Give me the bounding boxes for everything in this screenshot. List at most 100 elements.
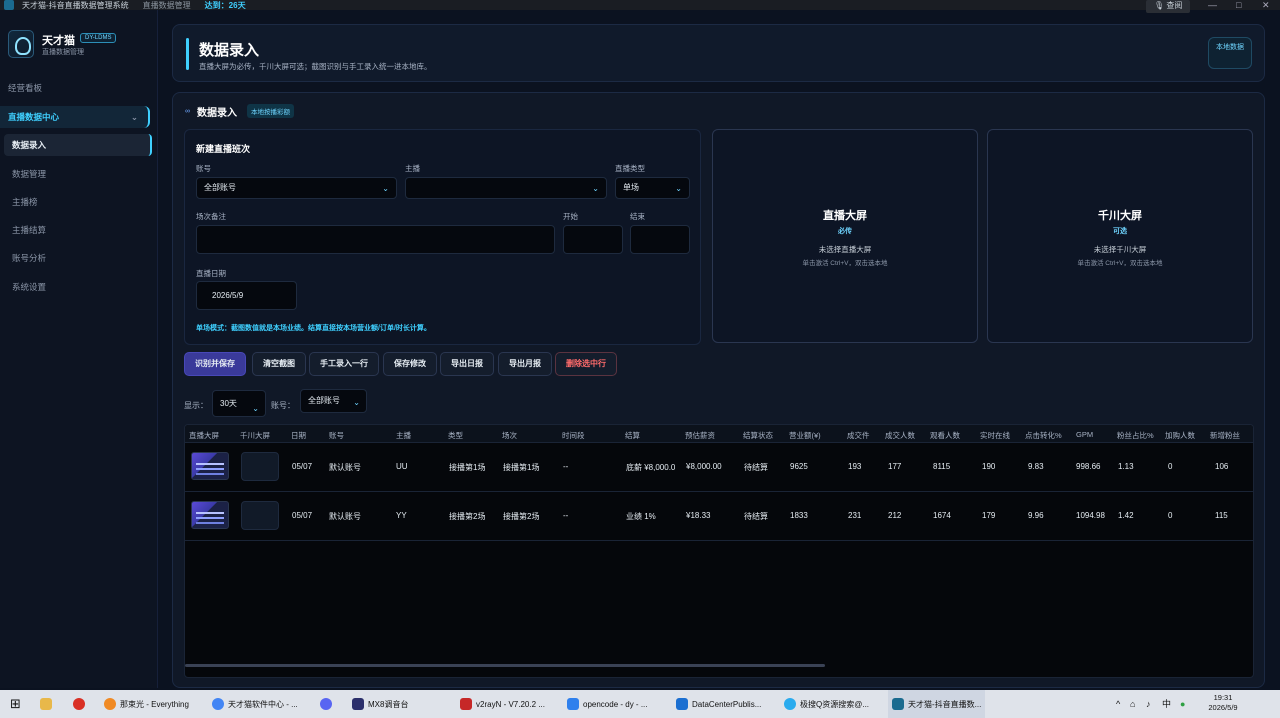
tray-network-icon[interactable]: ⌂ xyxy=(1130,690,1135,718)
live-date-input[interactable]: 2026/5/9 xyxy=(196,281,297,310)
col-session: 场次 xyxy=(502,431,517,440)
cell-add-cart: 0 xyxy=(1168,462,1173,471)
cell-new-fans: 115 xyxy=(1215,511,1228,520)
sidebar-item-data-management[interactable]: 数据管理 xyxy=(0,163,150,185)
tray-ime-icon[interactable]: 中 xyxy=(1162,690,1171,718)
page-title: 数据录入 xyxy=(199,42,260,59)
cell-viewers: 8115 xyxy=(933,462,951,471)
app-logo-icon xyxy=(8,30,34,58)
local-data-button[interactable]: 本地数据 xyxy=(1208,37,1252,69)
cell-revenue: 1833 xyxy=(790,511,808,520)
telegram-icon xyxy=(784,698,796,710)
chevron-down-icon: ⌄ xyxy=(675,184,682,193)
save-changes-button[interactable]: 保存修改 xyxy=(383,352,437,376)
taskbar-item-mixer[interactable]: MX8调音台 xyxy=(352,690,408,718)
taskbar-item-everything[interactable]: 那束光 - Everything xyxy=(104,690,189,718)
col-time-range: 时间段 xyxy=(562,431,585,440)
qianchuan-screen-empty[interactable] xyxy=(241,501,279,530)
qianchuan-screen-dropzone[interactable]: 千川大屏 可选 未选择千川大屏 单击激活 Ctrl+V，双击选本地 xyxy=(987,129,1253,343)
sidebar-item-data-entry[interactable]: 数据录入 xyxy=(4,134,152,156)
cell-time-range: -- xyxy=(563,511,569,520)
app-icon xyxy=(320,698,332,710)
live-screen-dropzone[interactable]: 直播大屏 必传 未选择直播大屏 单击激活 Ctrl+V，双击选本地 xyxy=(712,129,978,343)
qianchuan-screen-title: 千川大屏 xyxy=(1098,210,1142,222)
cell-date: 05/07 xyxy=(292,511,313,520)
sidebar-item-anchor-rank[interactable]: 主播榜 xyxy=(0,191,150,213)
live-date-label: 直播日期 xyxy=(196,269,226,278)
cell-settle-status: 待结算 xyxy=(744,512,768,521)
live-screen-thumbnail[interactable] xyxy=(191,452,229,480)
cell-fan-ratio: 1.13 xyxy=(1118,462,1134,471)
window-icon xyxy=(676,698,688,710)
taskbar-item-v2rayn[interactable]: v2rayN - V7.20.2 ... xyxy=(460,690,545,718)
cell-date: 05/07 xyxy=(292,462,313,471)
start-time-input[interactable] xyxy=(563,225,623,254)
account-select[interactable]: 全部账号 ⌄ xyxy=(196,177,397,199)
range-select[interactable]: 30天 ⌄ xyxy=(212,390,266,417)
tray-app-icon[interactable]: ● xyxy=(1180,690,1185,718)
app-icon xyxy=(892,698,904,710)
recognize-save-button[interactable]: 识别并保存 xyxy=(184,352,246,376)
qianchuan-screen-empty[interactable] xyxy=(241,452,279,481)
taskbar-label: 天才猫软件中心 - ... xyxy=(228,699,298,709)
help-button[interactable]: 🎙 查阅 xyxy=(1146,0,1191,13)
taskbar-label: 那束光 - Everything xyxy=(120,699,189,709)
clear-screenshot-button[interactable]: 清空截图 xyxy=(252,352,306,376)
taskbar-item-datacenter[interactable]: DataCenterPublis... xyxy=(676,690,761,718)
taskbar-item-telegram[interactable]: 极搜Q资源搜索@... xyxy=(784,690,869,718)
single-mode-note: 单场模式：截图数值就是本场业绩。结算直接按本场营业额/订单/时长计算。 xyxy=(196,325,431,332)
session-note-input[interactable] xyxy=(196,225,555,254)
sidebar-item-dashboard[interactable]: 经营看板 xyxy=(0,77,150,99)
end-label: 结束 xyxy=(630,212,645,221)
maximize-button[interactable]: □ xyxy=(1236,0,1241,10)
cell-items-sold: 231 xyxy=(848,511,862,520)
sidebar-item-anchor-settlement[interactable]: 主播结算 xyxy=(0,219,150,241)
taskbar-item-current-app[interactable]: 天才猫-抖音直播数... xyxy=(888,690,986,718)
chevron-down-icon: ⌄ xyxy=(130,112,138,122)
export-daily-button[interactable]: 导出日报 xyxy=(440,352,494,376)
file-explorer-icon[interactable] xyxy=(40,690,56,718)
tray-overflow-icon[interactable]: ^ xyxy=(1116,690,1120,718)
sidebar-item-account-analysis[interactable]: 账号分析 xyxy=(0,247,150,269)
sidebar-item-settings[interactable]: 系统设置 xyxy=(0,276,150,298)
export-monthly-button[interactable]: 导出月报 xyxy=(498,352,552,376)
live-type-select[interactable]: 单场 ⌄ xyxy=(615,177,690,199)
live-type-select-value: 单场 xyxy=(623,183,639,192)
header-accent-bar xyxy=(186,38,189,70)
delete-selected-button[interactable]: 删除选中行 xyxy=(555,352,617,376)
close-button[interactable]: ✕ xyxy=(1262,0,1270,10)
window-status: 达到：26天 xyxy=(204,0,246,10)
col-online: 实时在线 xyxy=(980,431,1010,440)
col-qianchuan-screen: 千川大屏 xyxy=(240,431,270,440)
cell-new-fans: 106 xyxy=(1215,462,1229,471)
tray-volume-icon[interactable]: ♪ xyxy=(1146,690,1151,718)
table-row[interactable]: 05/07 默认账号 YY 接播第2场 接播第2场 -- 业绩 1% ¥18.3… xyxy=(185,492,1253,541)
chrome-icon[interactable] xyxy=(73,690,89,718)
cell-type: 接播第2场 xyxy=(449,512,486,521)
taskbar-item-app[interactable] xyxy=(320,690,336,718)
end-time-input[interactable] xyxy=(630,225,690,254)
live-type-label: 直播类型 xyxy=(615,164,645,173)
horizontal-scrollbar[interactable] xyxy=(185,664,825,667)
manual-entry-button[interactable]: 手工录入一行 xyxy=(309,352,379,376)
account-filter-select[interactable]: 全部账号 ⌄ xyxy=(300,389,367,413)
cell-viewers: 1674 xyxy=(933,511,951,520)
col-gpm: GPM xyxy=(1076,430,1094,439)
form-heading: 新建直播班次 xyxy=(196,144,251,154)
cell-time-range: -- xyxy=(563,462,569,471)
app-badge: DY-LDMS xyxy=(80,33,117,43)
col-revenue: 营业额(¥) xyxy=(789,431,821,440)
live-screen-status: 未选择直播大屏 xyxy=(818,245,872,254)
table-row[interactable]: 05/07 默认账号 UU 接播第1场 接播第1场 -- 底薪 ¥8,000.0… xyxy=(185,443,1253,492)
taskbar-clock[interactable]: 19:31 2026/5/9 xyxy=(1198,693,1248,713)
anchor-select[interactable]: ⌄ xyxy=(405,177,607,199)
live-screen-thumbnail[interactable] xyxy=(191,501,229,529)
col-buyers: 成交人数 xyxy=(885,431,915,440)
cell-settle-status: 待结算 xyxy=(744,463,768,472)
taskbar-item-software-center[interactable]: 天才猫软件中心 - ... xyxy=(212,690,298,718)
start-icon[interactable]: ⊞ xyxy=(10,690,21,718)
cell-click-conversion: 9.96 xyxy=(1028,511,1044,520)
taskbar-item-opencode[interactable]: opencode - dy - ... xyxy=(567,690,647,718)
sidebar-group-live-data[interactable]: 直播数据中心 ⌄ xyxy=(0,106,150,128)
minimize-button[interactable]: — xyxy=(1208,0,1217,10)
